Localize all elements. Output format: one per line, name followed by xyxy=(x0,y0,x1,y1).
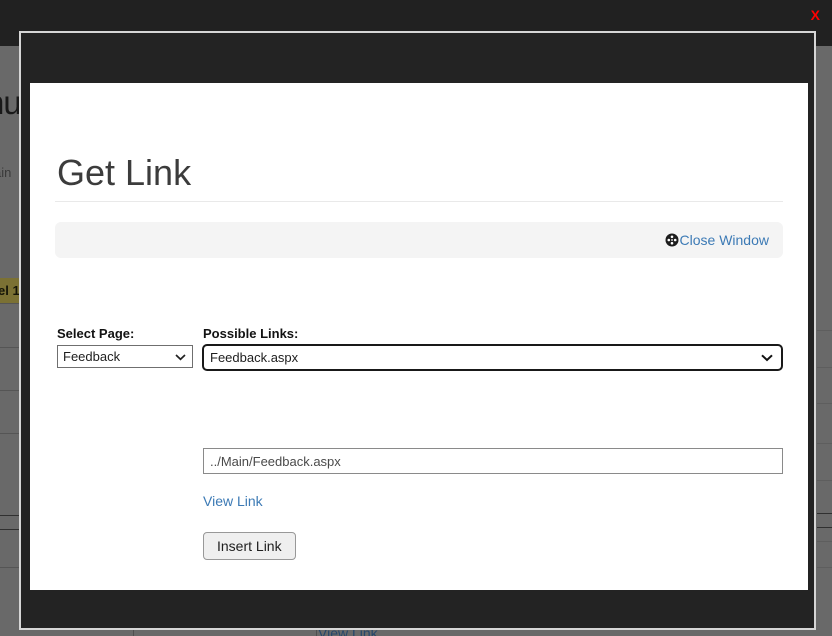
bg-table-line xyxy=(0,390,19,391)
background-highlighted-cell: el 1 xyxy=(0,278,19,303)
bg-table-line xyxy=(817,541,832,542)
bg-table-line xyxy=(817,513,832,514)
bg-table-line xyxy=(0,567,19,568)
insert-link-button[interactable]: Insert Link xyxy=(203,532,296,560)
dialog-title: Get Link xyxy=(57,153,191,193)
possible-links-dropdown[interactable]: Feedback.aspx xyxy=(202,344,783,371)
chevron-down-icon xyxy=(761,350,773,365)
bg-table-line xyxy=(817,330,832,331)
close-window-link[interactable]: Close Window xyxy=(665,232,769,248)
bg-table-column-line xyxy=(133,630,134,636)
background-nav-fragment: ain xyxy=(0,165,11,180)
title-divider xyxy=(55,201,783,202)
bg-table-line xyxy=(0,303,19,304)
view-link[interactable]: View Link xyxy=(203,493,263,509)
close-window-label: Close Window xyxy=(680,232,769,248)
background-heading-fragment: nu xyxy=(0,84,21,122)
get-link-dialog: Get Link Close Window Select Page: Possi… xyxy=(30,83,808,590)
bg-table-line xyxy=(817,367,832,368)
bg-table-line xyxy=(0,515,19,516)
select-page-value: Feedback xyxy=(63,349,120,364)
bg-table-line xyxy=(0,433,19,434)
bg-table-line xyxy=(817,403,832,404)
close-window-icon xyxy=(665,233,679,247)
overlay-close-x[interactable]: X xyxy=(811,7,820,23)
link-url-input[interactable] xyxy=(203,448,783,474)
select-page-label: Select Page: xyxy=(57,326,134,341)
bg-table-line xyxy=(0,347,19,348)
bg-table-line xyxy=(817,480,832,481)
bg-table-line xyxy=(817,443,832,444)
bg-table-line xyxy=(0,529,19,530)
possible-links-label: Possible Links: xyxy=(203,326,298,341)
bg-table-line xyxy=(817,527,832,528)
bg-table-line xyxy=(817,567,832,568)
chevron-down-icon xyxy=(175,349,186,364)
bg-table-column-line xyxy=(316,630,317,636)
select-page-dropdown[interactable]: Feedback xyxy=(57,345,193,368)
possible-links-value: Feedback.aspx xyxy=(210,350,298,365)
background-highlighted-cell-label: el 1 xyxy=(0,278,19,303)
dialog-toolbar: Close Window xyxy=(55,222,783,258)
